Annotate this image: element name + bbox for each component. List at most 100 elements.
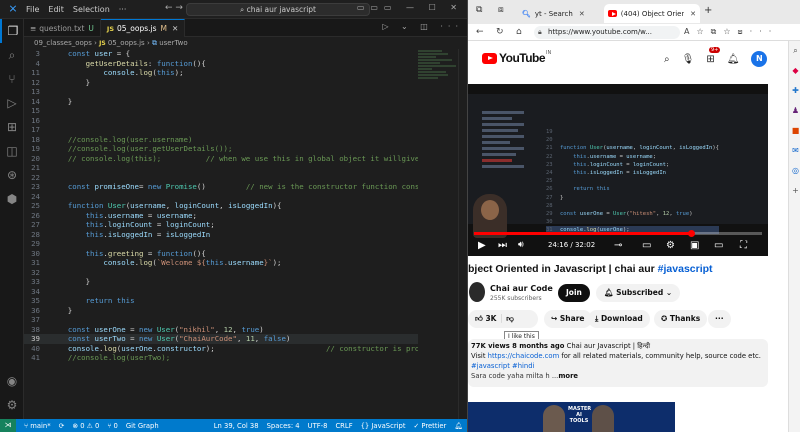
- code-line[interactable]: 33 }: [24, 277, 418, 287]
- code-line[interactable]: 40 console.log(userOne.constructor); // …: [24, 344, 418, 354]
- menu-more[interactable]: ···: [119, 5, 127, 14]
- channel-avatar[interactable]: [469, 282, 485, 302]
- microphone-icon[interactable]: 🎙︎: [682, 54, 695, 65]
- encoding[interactable]: UTF-8: [308, 422, 328, 430]
- code-line[interactable]: 36 }: [24, 306, 418, 316]
- run-debug-icon[interactable]: ▷: [0, 91, 24, 115]
- like-dislike-button[interactable]: 👍︎ 3K │ 👎︎: [468, 310, 538, 328]
- code-line[interactable]: 17: [24, 125, 418, 135]
- url-field[interactable]: 🔒︎ https://www.youtube.com/w...: [534, 26, 680, 39]
- minimap[interactable]: [418, 49, 458, 119]
- close-icon[interactable]: ✕: [579, 10, 585, 18]
- description-hashtags[interactable]: #javascript #hindi: [471, 361, 765, 371]
- git-branch[interactable]: ⑂ main*: [24, 422, 51, 430]
- code-line[interactable]: 24: [24, 192, 418, 202]
- show-more-button[interactable]: more: [558, 372, 578, 380]
- add-icon[interactable]: +: [789, 181, 800, 201]
- video-progress-bar[interactable]: [474, 230, 762, 237]
- code-line[interactable]: 18 //console.log(user.username): [24, 135, 418, 145]
- code-line[interactable]: 41 //console.log(userTwo);: [24, 353, 418, 363]
- notifications-bell-icon[interactable]: 🔔︎: [454, 422, 463, 430]
- code-line[interactable]: 20 // console.log(this); // when we use …: [24, 154, 418, 164]
- progress-thumb[interactable]: [688, 230, 696, 237]
- code-line[interactable]: 29: [24, 239, 418, 249]
- cursor-position[interactable]: Ln 39, Col 38: [214, 422, 259, 430]
- menu-file[interactable]: File: [26, 5, 39, 14]
- close-icon[interactable]: ✕: [690, 10, 696, 18]
- fullscreen-icon[interactable]: ⛶: [740, 240, 747, 251]
- tools-icon[interactable]: ✚: [789, 81, 800, 101]
- code-line[interactable]: 22: [24, 173, 418, 183]
- menu-selection[interactable]: Selection: [73, 5, 110, 14]
- create-video-icon[interactable]: ⊞: [706, 54, 714, 65]
- miniplayer-icon[interactable]: ▣: [690, 240, 699, 251]
- code-line[interactable]: 39 const userTwo = new User("ChaiAurCode…: [24, 334, 418, 344]
- source-control-icon[interactable]: ⑂: [0, 67, 24, 91]
- thanks-button[interactable]: ✪ Thanks: [654, 310, 708, 328]
- collections-icon[interactable]: ⧈: [498, 5, 504, 15]
- editor-scrollbar[interactable]: [458, 49, 467, 419]
- search-icon[interactable]: ⌕: [664, 54, 670, 65]
- browser-tab-youtube[interactable]: (404) Object Oriente ✕: [604, 4, 700, 23]
- games-icon[interactable]: ♟: [789, 101, 800, 121]
- indentation[interactable]: Spaces: 4: [267, 422, 300, 430]
- code-line[interactable]: 31 console.log(`Welcome ${this.username}…: [24, 258, 418, 268]
- next-icon[interactable]: ⏭︎: [498, 240, 507, 251]
- code-line[interactable]: 23 const promiseOne= new Promise() // ne…: [24, 182, 418, 192]
- remote-indicator-icon[interactable]: ⋊: [0, 419, 16, 432]
- tab-05-oops-js[interactable]: JS 05_oops.js M ✕: [100, 19, 186, 37]
- close-icon[interactable]: ✕: [172, 24, 178, 33]
- code-line[interactable]: 28 this.isLoggedIn = isLoggedIn: [24, 230, 418, 240]
- theater-mode-icon[interactable]: ▭: [714, 240, 723, 251]
- refresh-icon[interactable]: ↻: [496, 27, 504, 37]
- code-line[interactable]: 25 function User(username, loginCount, i…: [24, 201, 418, 211]
- chaicode-link[interactable]: https://chaicode.com: [488, 352, 560, 360]
- breadcrumb-folder[interactable]: 09_classes_oops: [34, 39, 92, 47]
- breadcrumb-file[interactable]: 05_oops.js: [108, 39, 145, 47]
- browser-tab-search[interactable]: 🔍︎ yt - Search ✕: [518, 4, 600, 23]
- autoplay-toggle-icon[interactable]: ⊸: [614, 240, 622, 251]
- office-icon[interactable]: ■: [789, 121, 800, 141]
- explorer-icon[interactable]: ❐: [0, 19, 24, 43]
- avatar[interactable]: N: [751, 51, 768, 67]
- code-line[interactable]: 19 //console.log(user.getUserDetails());: [24, 144, 418, 154]
- browser-toolbar-icons[interactable]: A☆⧉☆⧈···: [684, 27, 778, 37]
- subtitles-icon[interactable]: ▭: [642, 240, 651, 251]
- code-line[interactable]: 16: [24, 116, 418, 126]
- git-graph-icon[interactable]: ⊛: [0, 163, 24, 187]
- code-line[interactable]: 32: [24, 268, 418, 278]
- notifications-bell-icon[interactable]: 🔔︎: [727, 54, 740, 65]
- recommended-thumbnail[interactable]: MASTER AI TOOLS: [468, 402, 675, 432]
- video-player[interactable]: 19 20 21 function User(username, loginCount…: [468, 84, 768, 256]
- copilot-icon[interactable]: ◎: [789, 161, 800, 181]
- settings-gear-icon[interactable]: ⚙: [666, 240, 675, 251]
- search-icon[interactable]: ⌕: [0, 43, 24, 67]
- youtube-logo[interactable]: YouTube IN: [482, 50, 551, 65]
- ports-count[interactable]: ⑂ 0: [107, 422, 118, 430]
- nav-back-forward-icon[interactable]: ← →: [165, 3, 183, 13]
- code-line[interactable]: 26 this.username = username;: [24, 211, 418, 221]
- back-icon[interactable]: ←: [476, 27, 484, 37]
- code-line[interactable]: 12 }: [24, 78, 418, 88]
- code-line[interactable]: 30 this.greeting = function(){: [24, 249, 418, 259]
- video-description[interactable]: 77K views 8 months ago Chai aur Javascri…: [468, 339, 768, 387]
- more-actions-button[interactable]: ···: [708, 310, 731, 328]
- window-controls[interactable]: ▭▭▭ — ☐ ✕: [357, 3, 463, 12]
- workspaces-icon[interactable]: ⧉: [476, 5, 482, 15]
- home-icon[interactable]: ⌂: [516, 27, 522, 37]
- channel-name[interactable]: Chai aur Code: [490, 284, 553, 293]
- code-line[interactable]: 11 console.log(this);: [24, 68, 418, 78]
- code-line[interactable]: 21: [24, 163, 418, 173]
- code-line[interactable]: 14 }: [24, 97, 418, 107]
- problems-count[interactable]: ⊗ 0 ⚠ 0: [72, 422, 99, 430]
- git-graph-status[interactable]: Git Graph: [126, 422, 159, 430]
- download-button[interactable]: ⤓ Download: [588, 310, 650, 328]
- share-button[interactable]: ↪ Share: [544, 310, 592, 328]
- command-center-search[interactable]: ⌕ chai aur javascript: [186, 3, 370, 16]
- prettier-status[interactable]: ✓ Prettier: [414, 422, 447, 430]
- code-line[interactable]: 38 const userOne = new User("nikhil", 12…: [24, 325, 418, 335]
- volume-icon[interactable]: 🔊︎: [518, 240, 524, 250]
- extensions-icon[interactable]: ⊞: [0, 115, 24, 139]
- subscribed-button[interactable]: 🔔︎ Subscribed ⌄: [596, 284, 681, 302]
- new-tab-icon[interactable]: +: [704, 5, 712, 16]
